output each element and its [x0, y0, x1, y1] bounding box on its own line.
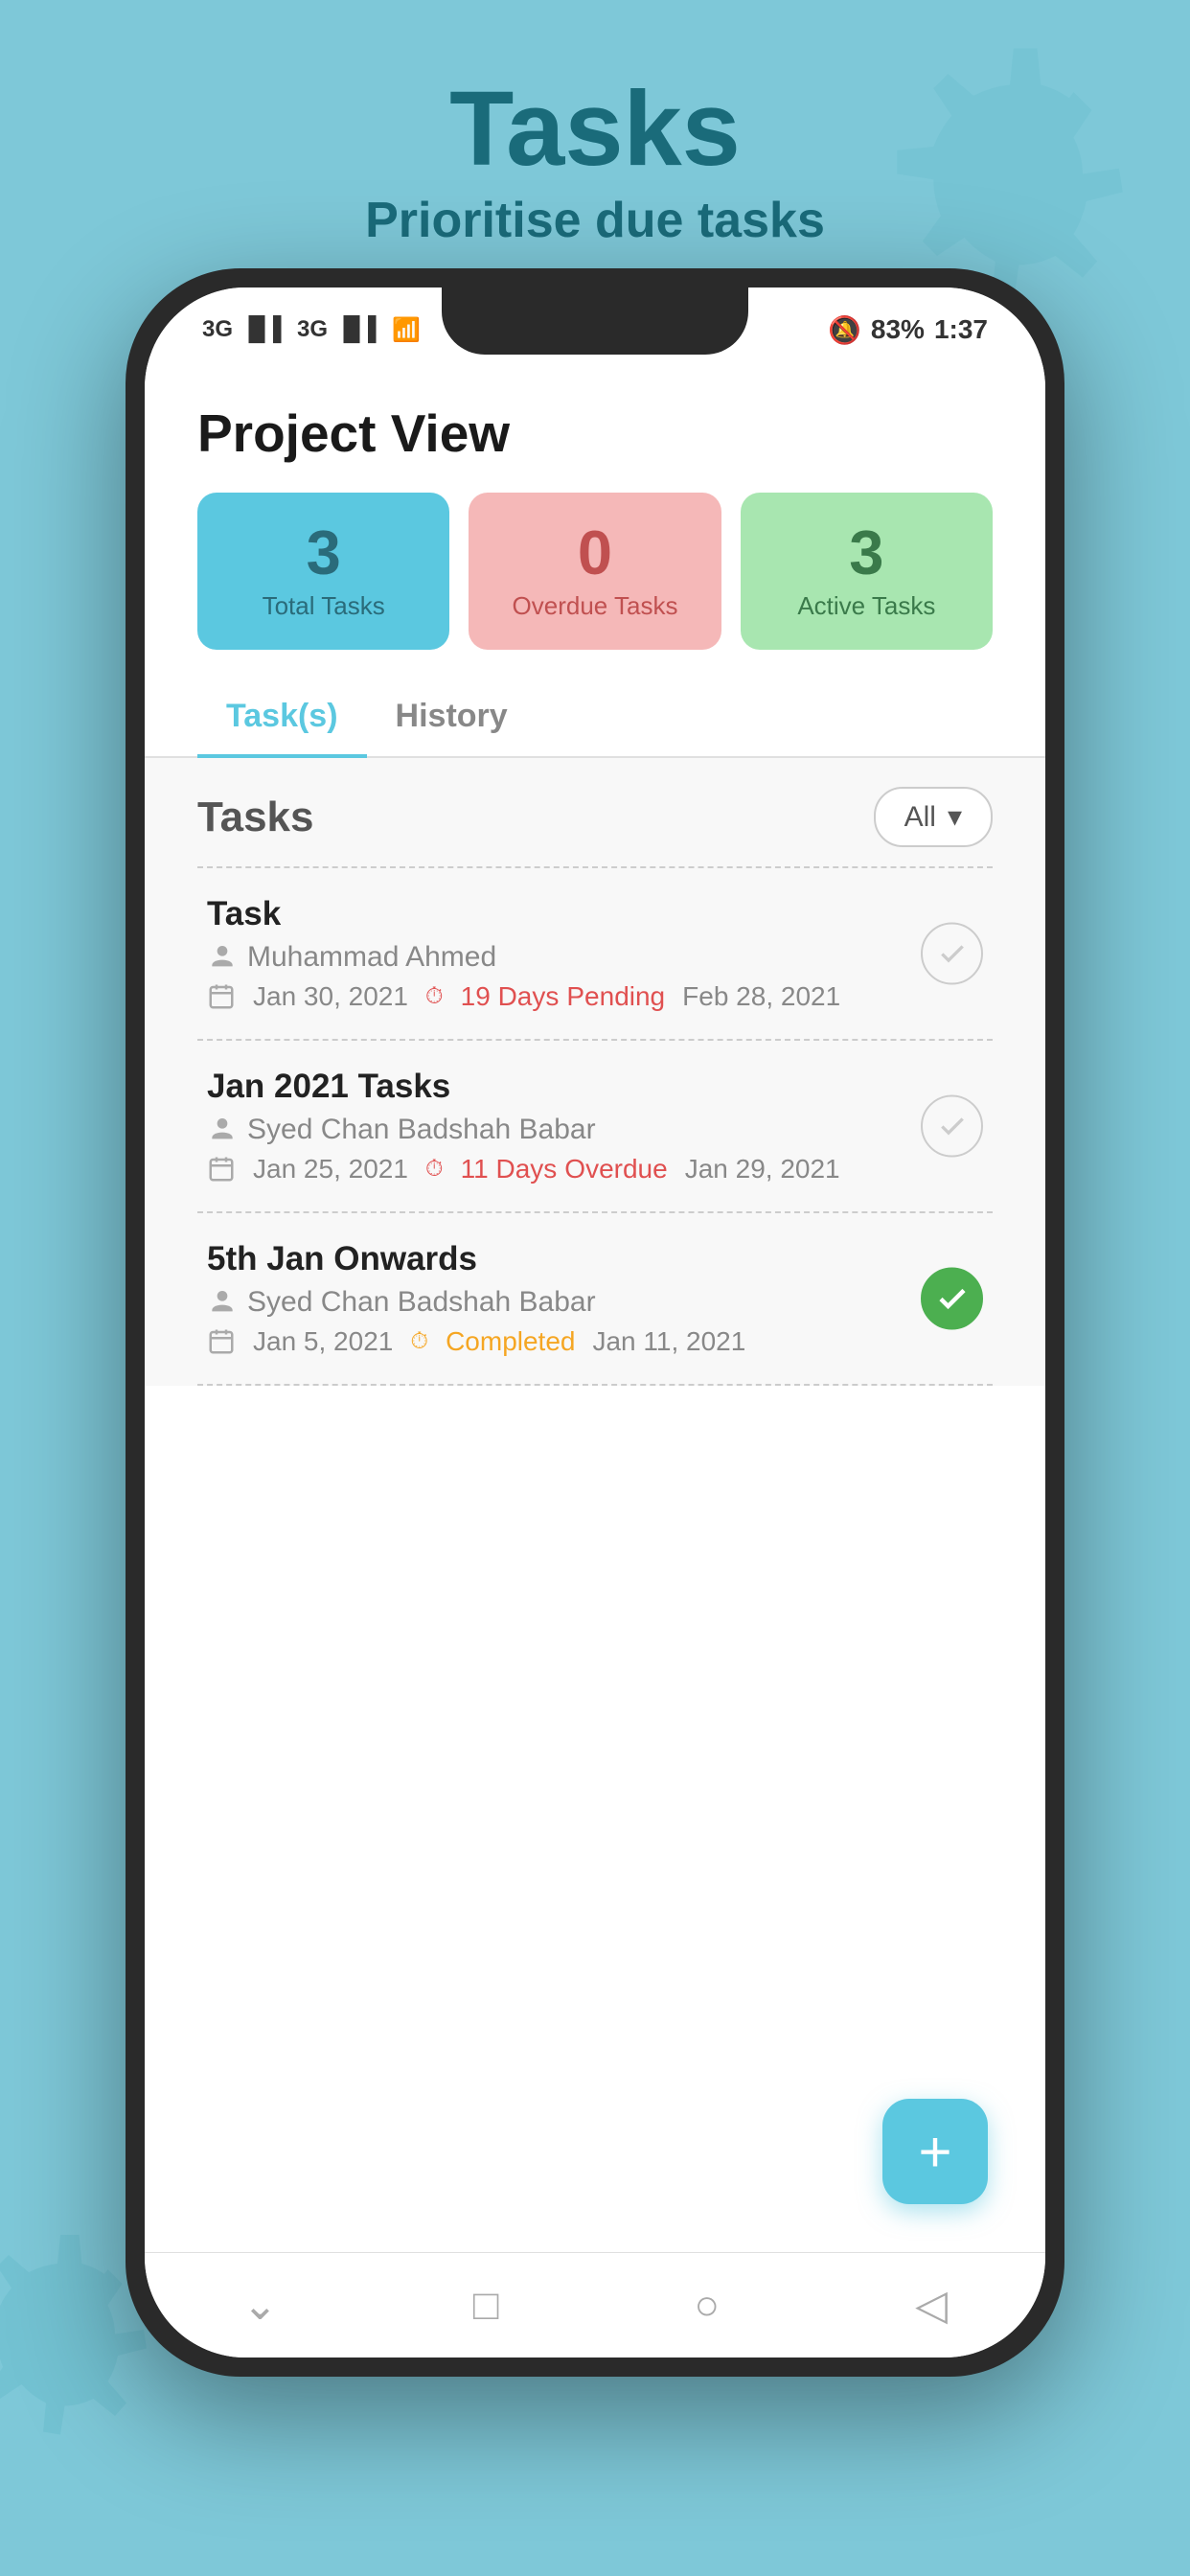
status-icon: ⏱ [425, 1156, 444, 1183]
checkmark-icon [937, 938, 968, 969]
nav-circle[interactable]: ○ [695, 2282, 721, 2330]
task-item: Jan 2021 Tasks Syed Chan Badshah Babar [197, 1041, 993, 1213]
time: 1:37 [934, 314, 988, 345]
end-date: Jan 11, 2021 [592, 1326, 745, 1357]
task-dates: Jan 25, 2021 ⏱ 11 Days Overdue Jan 29, 2… [207, 1154, 983, 1184]
checkmark-icon [937, 1111, 968, 1141]
status-icon: ⏱ [410, 1328, 428, 1355]
battery: 83% [871, 314, 925, 345]
signal-3g-2: 3G [297, 316, 328, 343]
start-date: Jan 25, 2021 [253, 1154, 408, 1184]
tasks-section-title: Tasks [197, 794, 314, 841]
task-assignee: Muhammad Ahmed [207, 941, 983, 974]
tabs: Task(s) History [145, 678, 1045, 758]
task-item: Task Muhammad Ahmed [197, 868, 993, 1041]
stat-card-total: 3 Total Tasks [197, 493, 449, 650]
overdue-tasks-label: Overdue Tasks [488, 591, 701, 621]
total-tasks-number: 3 [217, 521, 430, 584]
mute-icon: 🔕 [828, 314, 861, 346]
overdue-tasks-number: 0 [488, 521, 701, 584]
task-assignee: Syed Chan Badshah Babar [207, 1286, 983, 1319]
status-badge: Completed [446, 1326, 575, 1357]
task-dates: Jan 5, 2021 ⏱ Completed Jan 11, 2021 [207, 1326, 983, 1357]
task-item: 5th Jan Onwards Syed Chan Badshah Babar [197, 1213, 993, 1386]
filter-label: All [904, 801, 936, 834]
wifi-icon: 📶 [392, 316, 421, 344]
nav-square[interactable]: □ [473, 2282, 499, 2330]
start-date: Jan 30, 2021 [253, 981, 408, 1012]
task-list: Task Muhammad Ahmed [197, 866, 993, 1386]
end-date: Jan 29, 2021 [685, 1154, 840, 1184]
task-dates: Jan 30, 2021 ⏱ 19 Days Pending Feb 28, 2… [207, 981, 983, 1012]
task-item-inner: Task Muhammad Ahmed [197, 895, 993, 1012]
page-subtitle: Prioritise due tasks [0, 192, 1190, 249]
check-circle [921, 923, 983, 985]
tab-tasks[interactable]: Task(s) [197, 678, 367, 758]
status-badge: 19 Days Pending [461, 981, 665, 1012]
notch [442, 288, 748, 355]
task-item-inner: Jan 2021 Tasks Syed Chan Badshah Babar [197, 1068, 993, 1184]
page-title: Tasks [0, 77, 1190, 182]
stat-card-overdue: 0 Overdue Tasks [469, 493, 721, 650]
person-icon [207, 1115, 238, 1145]
calendar-icon [207, 982, 236, 1011]
project-view-title: Project View [145, 364, 1045, 483]
nav-chevron-down[interactable]: ⌄ [242, 2281, 278, 2330]
person-icon [207, 1287, 238, 1318]
tasks-header: Tasks All ▾ [197, 787, 993, 847]
task-name: Task [207, 895, 983, 933]
phone-inner: 3G ▐▌▌ 3G ▐▌▌ 📶 🔕 83% 1:37 Project View [145, 288, 1045, 2358]
active-tasks-number: 3 [760, 521, 973, 584]
dropdown-arrow-icon: ▾ [948, 800, 962, 834]
nav-back[interactable]: ◁ [915, 2281, 948, 2330]
tasks-section: Tasks All ▾ Task [145, 758, 1045, 1386]
add-task-fab[interactable]: + [882, 2099, 988, 2204]
task-check[interactable] [921, 923, 983, 985]
task-check[interactable] [921, 1095, 983, 1158]
app-content: Project View 3 Total Tasks 0 Overdue Tas… [145, 364, 1045, 2252]
filter-dropdown[interactable]: All ▾ [874, 787, 993, 847]
tab-history[interactable]: History [367, 678, 537, 758]
bottom-nav: ⌄ □ ○ ◁ [145, 2252, 1045, 2358]
status-badge: 11 Days Overdue [461, 1154, 668, 1184]
task-check[interactable] [921, 1268, 983, 1330]
task-name: 5th Jan Onwards [207, 1240, 983, 1278]
task-assignee: Syed Chan Badshah Babar [207, 1114, 983, 1146]
check-circle [921, 1095, 983, 1158]
check-circle-completed [921, 1268, 983, 1330]
signal-3g: 3G [202, 316, 233, 343]
assignee-name: Syed Chan Badshah Babar [247, 1286, 596, 1319]
task-name: Jan 2021 Tasks [207, 1068, 983, 1106]
start-date: Jan 5, 2021 [253, 1326, 393, 1357]
assignee-name: Muhammad Ahmed [247, 941, 496, 974]
assignee-name: Syed Chan Badshah Babar [247, 1114, 596, 1146]
person-icon [207, 942, 238, 973]
phone-frame: 3G ▐▌▌ 3G ▐▌▌ 📶 🔕 83% 1:37 Project View [126, 268, 1064, 2377]
signal-bars: ▐▌▌ [240, 316, 289, 343]
status-left: 3G ▐▌▌ 3G ▐▌▌ 📶 [202, 316, 421, 344]
signal-bars-2: ▐▌▌ [335, 316, 384, 343]
stats-row: 3 Total Tasks 0 Overdue Tasks 3 Active T… [145, 483, 1045, 678]
calendar-icon [207, 1327, 236, 1356]
page-header: Tasks Prioritise due tasks [0, 0, 1190, 297]
stat-card-active: 3 Active Tasks [741, 493, 993, 650]
task-item-inner: 5th Jan Onwards Syed Chan Badshah Babar [197, 1240, 993, 1357]
checkmark-completed-icon [935, 1281, 970, 1316]
active-tasks-label: Active Tasks [760, 591, 973, 621]
calendar-icon [207, 1155, 236, 1184]
status-icon: ⏱ [425, 983, 444, 1010]
total-tasks-label: Total Tasks [217, 591, 430, 621]
status-right: 🔕 83% 1:37 [828, 314, 988, 346]
end-date: Feb 28, 2021 [682, 981, 840, 1012]
